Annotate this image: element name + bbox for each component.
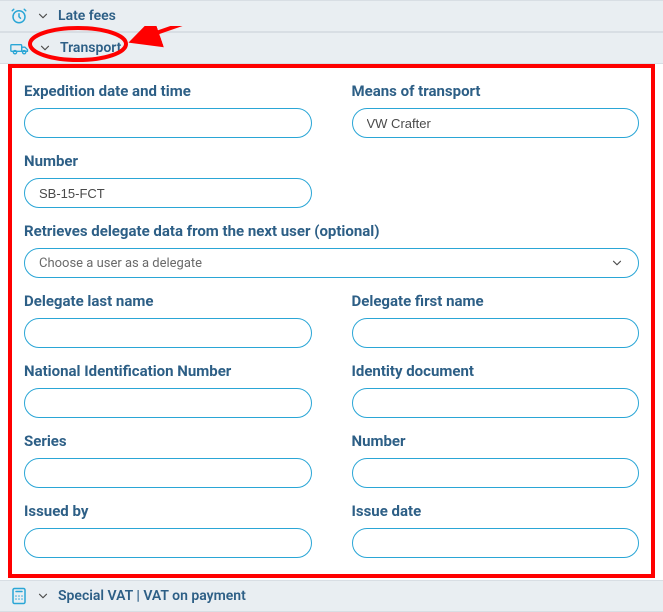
section-bar-special-vat[interactable]: Special VAT | VAT on payment — [0, 580, 663, 612]
input-identity-document[interactable] — [352, 388, 640, 418]
input-national-id-number[interactable] — [24, 388, 312, 418]
label-expedition: Expedition date and time — [24, 82, 312, 100]
select-delegate-user[interactable]: Choose a user as a delegate — [24, 248, 639, 278]
label-issue-date: Issue date — [352, 502, 640, 520]
truck-icon — [10, 39, 30, 57]
section-bar-transport[interactable]: Transport — [0, 32, 663, 64]
label-delegate-last-name: Delegate last name — [24, 292, 312, 310]
select-delegate-placeholder: Choose a user as a delegate — [39, 256, 202, 271]
label-retrieve-delegate: Retrieves delegate data from the next us… — [24, 222, 639, 240]
input-issue-date[interactable] — [352, 528, 640, 558]
section-bar-late-fees[interactable]: Late fees — [0, 0, 663, 32]
input-issued-by[interactable] — [24, 528, 312, 558]
section-title-late-fees: Late fees — [58, 8, 116, 24]
input-transport-number[interactable] — [24, 178, 312, 208]
label-identity-document: Identity document — [352, 362, 640, 380]
input-delegate-first-name[interactable] — [352, 318, 640, 348]
input-series[interactable] — [24, 458, 312, 488]
label-issued-by: Issued by — [24, 502, 312, 520]
label-number-bottom: Number — [352, 432, 640, 450]
input-delegate-last-name[interactable] — [24, 318, 312, 348]
section-title-transport: Transport — [60, 40, 121, 56]
chevron-down-icon — [36, 9, 50, 23]
input-doc-number[interactable] — [352, 458, 640, 488]
input-means-of-transport[interactable] — [352, 108, 640, 138]
section-title-special-vat: Special VAT | VAT on payment — [58, 588, 246, 604]
chevron-down-icon — [610, 256, 624, 270]
label-means: Means of transport — [352, 82, 640, 100]
label-number-top: Number — [24, 152, 312, 170]
chevron-down-icon — [36, 589, 50, 603]
calculator-icon — [10, 587, 28, 605]
transport-form-panel: Expedition date and time Means of transp… — [0, 64, 663, 580]
label-delegate-first-name: Delegate first name — [352, 292, 640, 310]
input-expedition-date-time[interactable] — [24, 108, 312, 138]
clock-icon — [10, 7, 28, 25]
label-national-id-number: National Identification Number — [24, 362, 312, 380]
label-series: Series — [24, 432, 312, 450]
chevron-down-icon — [38, 41, 52, 55]
